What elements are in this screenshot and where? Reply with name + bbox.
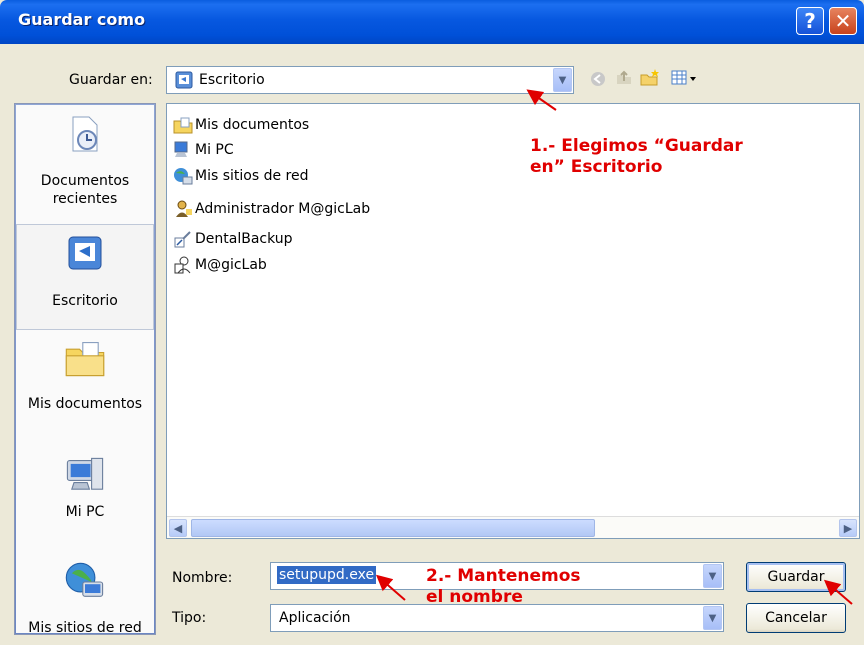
annotation-line: 1.- Elegimos “Guardar: [530, 136, 743, 156]
file-name-input[interactable]: setupupd.exe: [277, 566, 377, 584]
question-icon: ?: [804, 9, 816, 33]
chevron-down-icon[interactable]: ▼: [703, 564, 722, 588]
list-item[interactable]: DentalBackup: [173, 230, 293, 252]
place-label: Mis sitios de red: [28, 620, 142, 636]
cancel-button[interactable]: Cancelar: [746, 603, 846, 633]
network-icon: [174, 168, 193, 185]
annotation-line: el nombre: [426, 587, 523, 607]
save-as-dialog: Guardar como ? ✕ Guardar en: Escritorio …: [0, 0, 864, 645]
list-item[interactable]: Mi PC: [173, 141, 234, 163]
file-name: M@gicLab: [195, 257, 267, 273]
scroll-left-button[interactable]: ◀: [169, 519, 187, 537]
place-label-line: Documentos: [40, 173, 130, 189]
up-folder-icon: [617, 70, 631, 84]
user-folder-icon: [176, 200, 192, 217]
file-type-value: Aplicación: [279, 610, 351, 626]
place-desktop[interactable]: Escritorio: [16, 224, 154, 330]
list-item[interactable]: M@gicLab: [173, 256, 267, 278]
file-name: Administrador M@gicLab: [195, 201, 371, 217]
computer-icon: [66, 457, 104, 490]
new-folder-button[interactable]: [638, 67, 662, 91]
close-icon: ✕: [834, 9, 852, 33]
chevron-left-icon: ◀: [173, 522, 183, 535]
folder-documents-icon: [173, 117, 193, 134]
desktop-icon: [68, 236, 102, 270]
window-title: Guardar como: [18, 10, 146, 29]
places-bar: Documentos recientes Escritorio Mis docu…: [14, 103, 156, 636]
place-label-line: recientes: [52, 191, 118, 207]
place-my-computer[interactable]: Mi PC: [16, 454, 154, 520]
annotation-step-1: 1.- Elegimos “Guardar en” Escritorio: [530, 136, 743, 178]
place-label: Escritorio: [52, 293, 118, 309]
up-folder-button[interactable]: [612, 67, 636, 91]
list-item[interactable]: Administrador M@gicLab: [173, 200, 370, 222]
shortcut-icon: [174, 231, 191, 248]
file-list[interactable]: Mis documentos Mi PC Mis sitios de red A…: [166, 103, 860, 539]
file-name: DentalBackup: [195, 231, 293, 247]
view-grid-icon: [671, 70, 696, 85]
desktop-icon: [175, 71, 193, 89]
back-arrow-icon: [591, 72, 605, 86]
network-globe-icon: [65, 562, 104, 597]
annotation-step-2: 2.- Mantenemos el nombre: [426, 566, 581, 608]
chevron-right-icon: ▶: [843, 522, 853, 535]
place-recent-documents[interactable]: Documentos recientes: [16, 114, 154, 208]
name-label: Nombre:: [172, 570, 233, 586]
scroll-right-button[interactable]: ▶: [839, 519, 857, 537]
save-in-value: Escritorio: [199, 72, 265, 88]
back-button[interactable]: [586, 67, 610, 91]
file-type-dropdown[interactable]: Aplicación ▼: [270, 604, 724, 632]
chevron-down-icon[interactable]: ▼: [553, 68, 572, 92]
place-my-network[interactable]: Mis sitios de red: [16, 560, 154, 636]
new-folder-icon: [640, 69, 659, 86]
place-label: Mis documentos: [27, 396, 143, 412]
close-button[interactable]: ✕: [829, 7, 857, 35]
save-button[interactable]: Guardar: [746, 562, 846, 592]
place-label: Mi PC: [65, 504, 105, 520]
place-my-documents[interactable]: Mis documentos: [16, 336, 154, 412]
view-menu-button[interactable]: [668, 67, 702, 91]
help-button[interactable]: ?: [796, 7, 824, 35]
list-item[interactable]: Mis sitios de red: [173, 167, 308, 189]
save-in-dropdown[interactable]: Escritorio ▼: [166, 66, 574, 94]
user-folder-icon: [174, 256, 191, 274]
file-name: Mi PC: [195, 142, 234, 158]
scroll-thumb[interactable]: [191, 519, 595, 537]
file-name: Mis sitios de red: [195, 168, 309, 184]
file-name: Mis documentos: [195, 117, 310, 133]
save-in-label: Guardar en:: [69, 72, 153, 88]
recent-documents-icon: [72, 116, 98, 152]
title-bar[interactable]: Guardar como ? ✕: [0, 0, 864, 44]
type-label: Tipo:: [172, 610, 207, 626]
annotation-line: 2.- Mantenemos: [426, 566, 581, 586]
my-documents-folder-icon: [65, 342, 105, 377]
computer-icon: [174, 141, 188, 157]
horizontal-scrollbar[interactable]: ◀ ▶: [167, 516, 859, 538]
annotation-line: en” Escritorio: [530, 157, 663, 177]
list-item[interactable]: Mis documentos: [173, 116, 309, 138]
chevron-down-icon[interactable]: ▼: [703, 606, 722, 630]
